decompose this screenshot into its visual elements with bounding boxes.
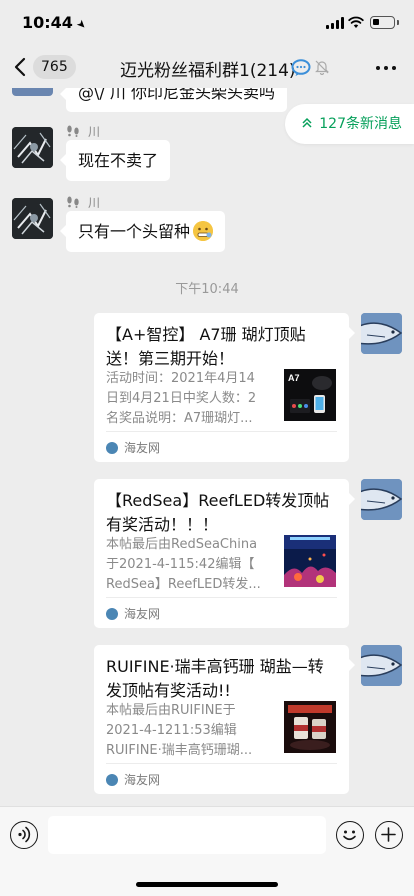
source-logo-icon [106, 608, 118, 620]
thumb-text: A7 [288, 373, 300, 383]
source-logo-icon [106, 442, 118, 454]
avatar[interactable] [12, 198, 53, 239]
link-card[interactable]: 【RedSea】ReefLED转发顶帖有奖活动！！！ 本帖最后由RedSeaCh… [94, 479, 355, 628]
sender-name: 川 [66, 123, 100, 140]
input-bar [0, 806, 414, 896]
avatar[interactable] [361, 645, 402, 686]
message-timestamp: 下午10:44 [175, 282, 239, 297]
emoji-icon[interactable] [336, 821, 364, 849]
source-logo-icon [106, 774, 118, 786]
message-text: @\/ 川 你印尼金头柴头卖吗 [78, 88, 275, 102]
status-time: 10:44➤ [22, 13, 89, 32]
fish-avatar-image [361, 313, 402, 354]
card-description: 本帖最后由RUIFINE于 2021-4-1211:53编辑 RUIFINE·瑞… [106, 703, 253, 758]
card-description: 活动时间：2021年4月14 日到4月21日中奖人数：2 名奖品说明：A7珊瑚灯… [106, 371, 257, 426]
avatar[interactable] [12, 127, 53, 168]
time-text: 10:44 [22, 13, 73, 32]
double-chevron-up-icon [302, 117, 312, 128]
avatar[interactable] [361, 313, 402, 354]
fish-avatar-image [361, 479, 402, 520]
home-indicator[interactable] [136, 882, 278, 887]
link-card[interactable]: RUIFINE·瑞丰高钙珊 瑚盐—转发顶帖有奖活动!! 本帖最后由RUIFINE… [94, 645, 355, 794]
message-text: 现在不卖了 [78, 151, 159, 170]
new-messages-button[interactable]: 127条新消息 [285, 104, 414, 144]
more-dots-icon[interactable] [376, 66, 396, 71]
cellular-signal-icon [326, 17, 344, 29]
message-input[interactable] [48, 816, 326, 854]
message-bubble[interactable]: 现在不卖了 [59, 140, 171, 181]
avatar-image [12, 127, 53, 168]
message-text: 只有一个头留种 [78, 222, 191, 241]
card-divider [106, 431, 337, 432]
footprints-icon [67, 196, 79, 208]
fish-avatar-image [361, 645, 402, 686]
avatar[interactable] [361, 479, 402, 520]
avatar-image [12, 198, 53, 239]
card-title: 【A+智控】 A7珊 瑚灯顶贴送！第三期开始！ [106, 325, 306, 368]
card-thumbnail [284, 701, 336, 753]
card-title: 【RedSea】ReefLED转发顶帖有奖活动！！！ [106, 491, 330, 534]
unread-count-badge[interactable]: 765 [33, 55, 76, 79]
chat-bubble-icon [291, 59, 311, 76]
grimace-emoji-icon [193, 221, 214, 241]
link-card[interactable]: 【A+智控】 A7珊 瑚灯顶贴送！第三期开始！ 活动时间：2021年4月14 日… [94, 313, 355, 462]
card-description: 本帖最后由RedSeaChina 于2021-4-115:42编辑【 RedSe… [106, 537, 261, 592]
battery-icon [370, 16, 399, 29]
card-source: 海友网 [106, 439, 160, 456]
avatar[interactable] [12, 88, 53, 96]
wifi-icon [348, 16, 364, 28]
card-source: 海友网 [106, 771, 160, 788]
message-bubble[interactable]: @\/ 川 你印尼金头柴头卖吗 [60, 88, 287, 112]
message-bubble[interactable]: 只有一个头留种 [59, 211, 226, 252]
voice-icon[interactable] [10, 821, 38, 849]
card-source: 海友网 [106, 605, 160, 622]
message-list[interactable]: @\/ 川 你印尼金头柴头卖吗 川 现在不卖了 川 只有一个头留种 127条新消… [0, 88, 414, 806]
card-thumbnail: A7 [284, 369, 336, 421]
status-bar: 10:44➤ [0, 0, 414, 46]
card-thumbnail [284, 535, 336, 587]
card-title: RUIFINE·瑞丰高钙珊 瑚盐—转发顶帖有奖活动!! [106, 657, 324, 700]
chat-title[interactable]: 迈光粉丝福利群1(214) [120, 56, 296, 81]
chat-header: 765 迈光粉丝福利群1(214) [0, 46, 414, 88]
chevron-left-icon[interactable] [14, 57, 26, 77]
card-divider [106, 597, 337, 598]
mute-bell-icon [315, 60, 329, 75]
plus-icon[interactable] [375, 821, 403, 849]
footprints-icon [67, 125, 79, 137]
card-divider [106, 763, 337, 764]
sender-name: 川 [66, 194, 100, 211]
location-arrow-icon: ➤ [73, 16, 90, 33]
